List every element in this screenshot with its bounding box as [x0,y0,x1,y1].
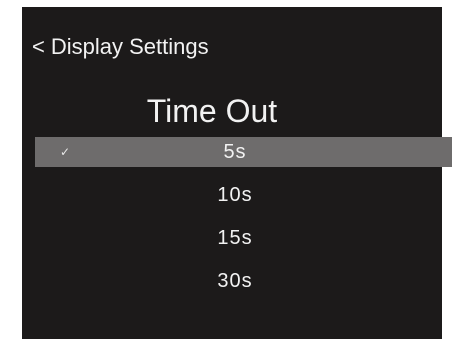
option-30s[interactable]: 30s [35,266,452,309]
back-button[interactable]: < Display Settings [32,32,209,62]
option-5s[interactable]: ✓ 5s [35,137,452,167]
page-title: Time Out [146,93,278,129]
option-15s[interactable]: 15s [35,223,452,266]
back-label: Display Settings [50,34,209,59]
option-label: 5s [223,141,247,163]
option-label: 10s [217,184,253,206]
option-label: 30s [217,270,253,292]
chevron-left-icon: < [32,34,45,59]
option-label: 15s [217,227,253,249]
device-screen: < Display Settings Time Out ✓ 5s 10s 15s… [22,7,452,339]
timeout-option-list: ✓ 5s 10s 15s 30s [35,137,452,309]
option-10s[interactable]: 10s [35,180,452,223]
